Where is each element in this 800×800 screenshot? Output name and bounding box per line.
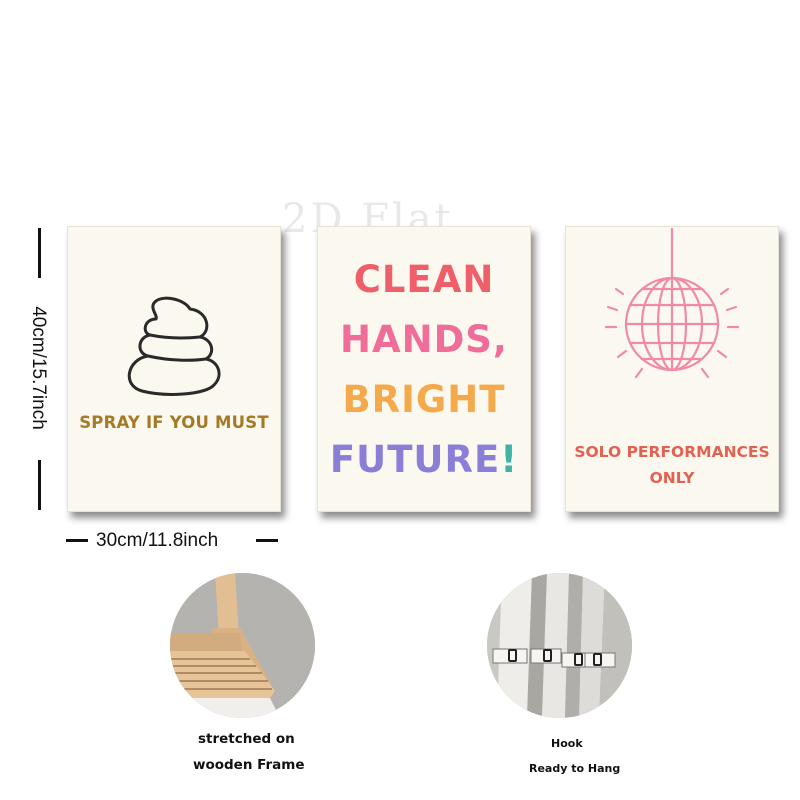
- feature-caption: Hook: [551, 737, 583, 750]
- exclamation-mark: !: [500, 438, 519, 481]
- poster-line-1: CLEAN: [353, 258, 495, 301]
- dim-line: [66, 539, 88, 542]
- hook-photo-image: [487, 573, 632, 718]
- hook-photo: [487, 573, 632, 718]
- poster-clean-hands: CLEAN HANDS, BRIGHT FUTURE!: [317, 226, 531, 512]
- poster-caption: SOLO PERFORMANCES ONLY: [566, 439, 778, 491]
- feature-caption: Ready to Hang: [529, 762, 621, 775]
- feature-caption: stretched on: [198, 731, 295, 747]
- poster-line-4: FUTURE!: [318, 430, 530, 490]
- feature-caption: wooden Frame: [193, 757, 305, 773]
- wooden-frame-photo: [170, 573, 315, 718]
- poster-line-4-text: FUTURE: [329, 438, 501, 481]
- poster-solo: SOLO PERFORMANCES ONLY: [565, 226, 779, 512]
- poop-outline-icon: [127, 296, 221, 396]
- poster-spray: SPRAY IF YOU MUST: [67, 226, 281, 512]
- height-label: 40cm/15.7inch: [28, 306, 49, 430]
- width-label: 30cm/11.8inch: [96, 530, 219, 551]
- poster-line-3: BRIGHT: [342, 378, 506, 421]
- dim-line: [38, 460, 41, 510]
- wooden-frame-photo-image: [170, 573, 315, 718]
- poster-caption-line-2: ONLY: [649, 469, 695, 487]
- disco-ball-icon: [604, 227, 740, 379]
- dim-line: [38, 228, 41, 278]
- poster-caption: SPRAY IF YOU MUST: [79, 413, 269, 432]
- poster-caption-line-1: SOLO PERFORMANCES: [574, 443, 770, 461]
- dim-line: [256, 539, 278, 542]
- poster-line-2: HANDS,: [340, 318, 508, 361]
